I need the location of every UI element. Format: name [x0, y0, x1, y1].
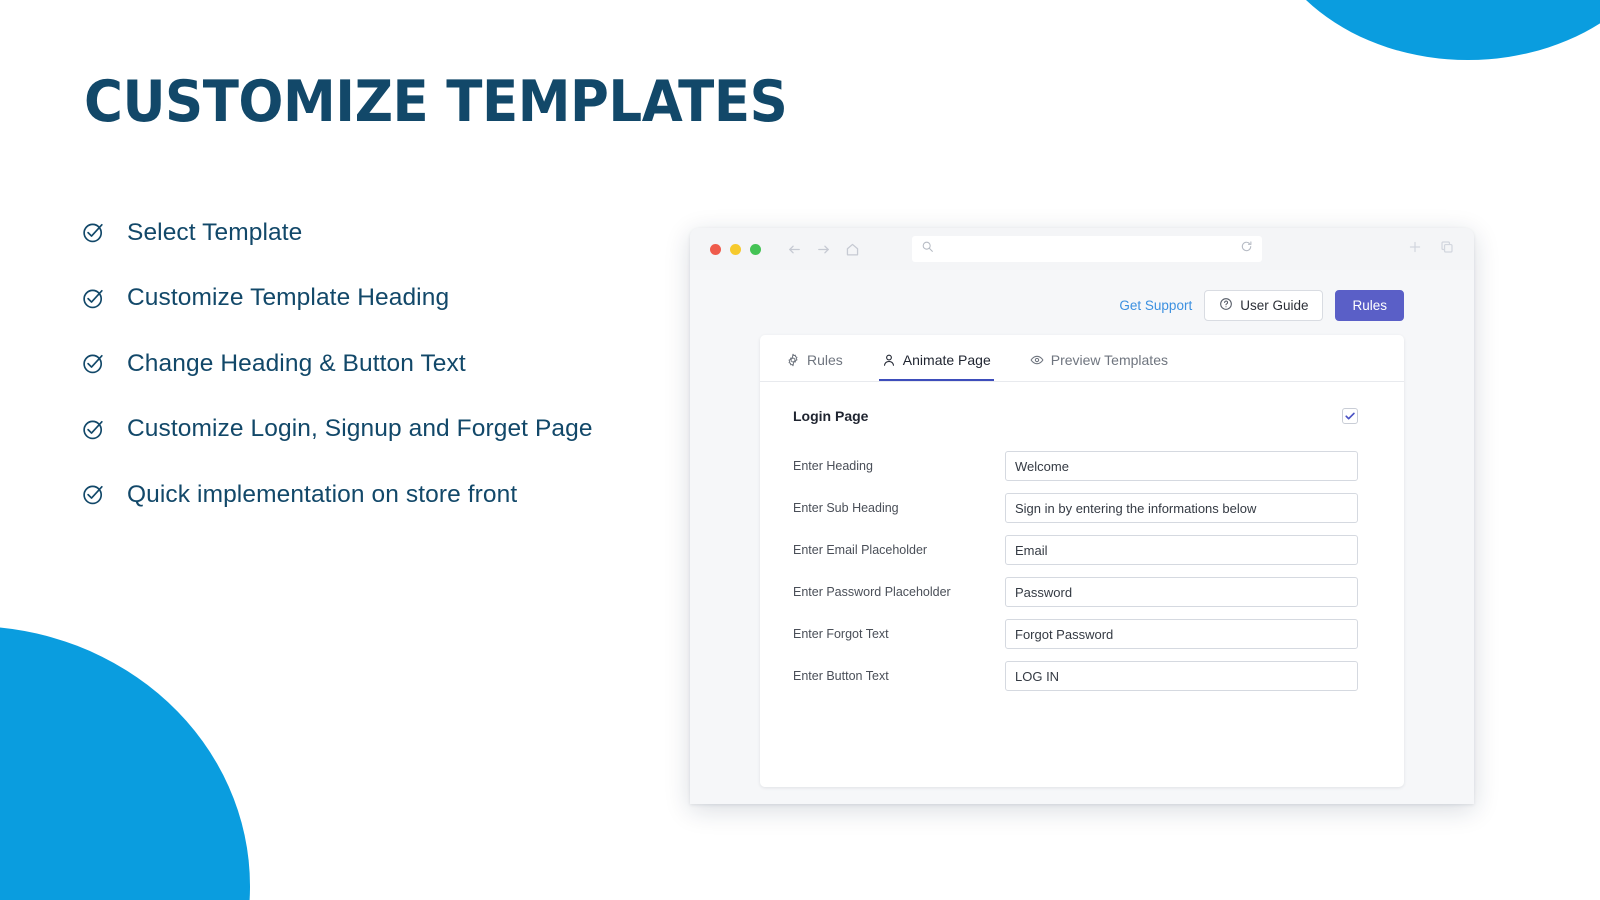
feature-bullet-label: Customize Login, Signup and Forget Page	[127, 415, 593, 443]
tab-animate-page[interactable]: Animate Page	[878, 352, 994, 381]
maximize-window-dot[interactable]	[750, 243, 761, 255]
user-guide-label: User Guide	[1240, 297, 1309, 313]
section-title: Login Page	[793, 408, 869, 424]
home-icon[interactable]	[845, 242, 860, 257]
browser-chrome	[690, 228, 1474, 270]
tab-label: Animate Page	[902, 352, 991, 368]
field-input[interactable]: Sign in by entering the informations bel…	[1005, 493, 1358, 523]
browser-right-icons	[1408, 240, 1454, 259]
plus-icon[interactable]	[1408, 240, 1422, 259]
field-input[interactable]: Email	[1005, 535, 1358, 565]
feature-bullet-label: Quick implementation on store front	[127, 480, 518, 508]
form-field-row: Enter Email Placeholder Email	[793, 535, 1358, 565]
decorative-blob-top-right	[1258, 0, 1600, 60]
gear-icon	[786, 353, 800, 367]
tab-bar: Rules Animate Page Preview Templates	[760, 335, 1404, 382]
app-viewport: Get Support User Guide Rules Rules Animat…	[690, 270, 1474, 804]
page-title: CUSTOMIZE TEMPLATES	[84, 69, 788, 135]
field-label: Enter Heading	[793, 459, 873, 473]
search-icon	[921, 240, 934, 258]
field-input[interactable]: LOG IN	[1005, 661, 1358, 691]
tab-rules[interactable]: Rules	[783, 352, 846, 381]
field-input[interactable]: Welcome	[1005, 451, 1358, 481]
field-input[interactable]: Forgot Password	[1005, 619, 1358, 649]
close-window-dot[interactable]	[710, 243, 721, 255]
rules-button-label: Rules	[1352, 297, 1387, 313]
feature-bullet-label: Change Heading & Button Text	[127, 349, 466, 377]
form-field-row: Enter Sub Heading Sign in by entering the…	[793, 493, 1358, 523]
rules-button[interactable]: Rules	[1335, 289, 1404, 321]
tab-label: Preview Templates	[1050, 352, 1168, 368]
field-label: Enter Button Text	[793, 669, 889, 683]
get-support-link[interactable]: Get Support	[1119, 298, 1192, 313]
settings-card: Rules Animate Page Preview Templates Login…	[760, 335, 1404, 787]
form-field-row: Enter Button Text LOG IN	[793, 661, 1358, 691]
login-page-enable-checkbox[interactable]	[1342, 408, 1358, 424]
minimize-window-dot[interactable]	[730, 243, 741, 255]
eye-icon	[1030, 353, 1044, 367]
window-traffic-lights	[710, 243, 761, 255]
feature-bullet-label: Customize Template Heading	[127, 284, 450, 312]
decorative-blob-bottom-left	[0, 626, 250, 900]
field-label: Enter Email Placeholder	[793, 543, 928, 557]
feature-bullet-item: Customize Template Heading	[80, 266, 720, 332]
form-field-row: Enter Heading Welcome	[793, 451, 1358, 481]
field-label: Enter Password Placeholder	[793, 585, 951, 599]
form-field-row: Enter Forgot Text Forgot Password	[793, 619, 1358, 649]
login-page-section-header: Login Page	[793, 408, 1358, 424]
feature-bullet-item: Customize Login, Signup and Forget Page	[80, 397, 720, 463]
slide-canvas: CUSTOMIZE TEMPLATES Select Template Custo…	[0, 0, 1600, 900]
tab-label: Rules	[807, 352, 843, 368]
copy-icon[interactable]	[1440, 240, 1454, 259]
feature-bullet-list: Select Template Customize Template Headin…	[80, 200, 720, 528]
help-circle-icon	[1219, 297, 1233, 314]
field-label: Enter Sub Heading	[793, 501, 899, 515]
browser-nav-icons	[787, 242, 860, 257]
tab-preview-templates[interactable]: Preview Templates	[1027, 352, 1171, 381]
feature-bullet-label: Select Template	[127, 218, 303, 246]
form-field-row: Enter Password Placeholder Password	[793, 577, 1358, 607]
feature-bullet-item: Select Template	[80, 200, 720, 266]
feature-bullet-item: Quick implementation on store front	[80, 462, 720, 528]
field-label: Enter Forgot Text	[793, 627, 889, 641]
forward-arrow-icon[interactable]	[816, 242, 831, 257]
browser-url-bar[interactable]	[912, 236, 1262, 262]
feature-bullet-item: Change Heading & Button Text	[80, 331, 720, 397]
browser-mockup: Get Support User Guide Rules Rules Animat…	[690, 228, 1474, 804]
app-topbar: Get Support User Guide Rules	[690, 270, 1474, 326]
user-guide-button[interactable]: User Guide	[1204, 289, 1324, 321]
url-input[interactable]	[941, 243, 1240, 255]
check-circle-icon	[80, 220, 106, 246]
check-circle-icon	[80, 482, 106, 508]
check-circle-icon	[80, 351, 106, 377]
back-arrow-icon[interactable]	[787, 242, 802, 257]
form-area: Login Page Enter Heading Welcome Enter Sub…	[760, 382, 1404, 691]
reload-icon[interactable]	[1240, 240, 1253, 258]
field-list: Enter Heading Welcome Enter Sub Heading Sig…	[793, 451, 1358, 691]
check-circle-icon	[80, 285, 106, 311]
check-circle-icon	[80, 416, 106, 442]
field-input[interactable]: Password	[1005, 577, 1358, 607]
user-icon	[882, 353, 896, 367]
